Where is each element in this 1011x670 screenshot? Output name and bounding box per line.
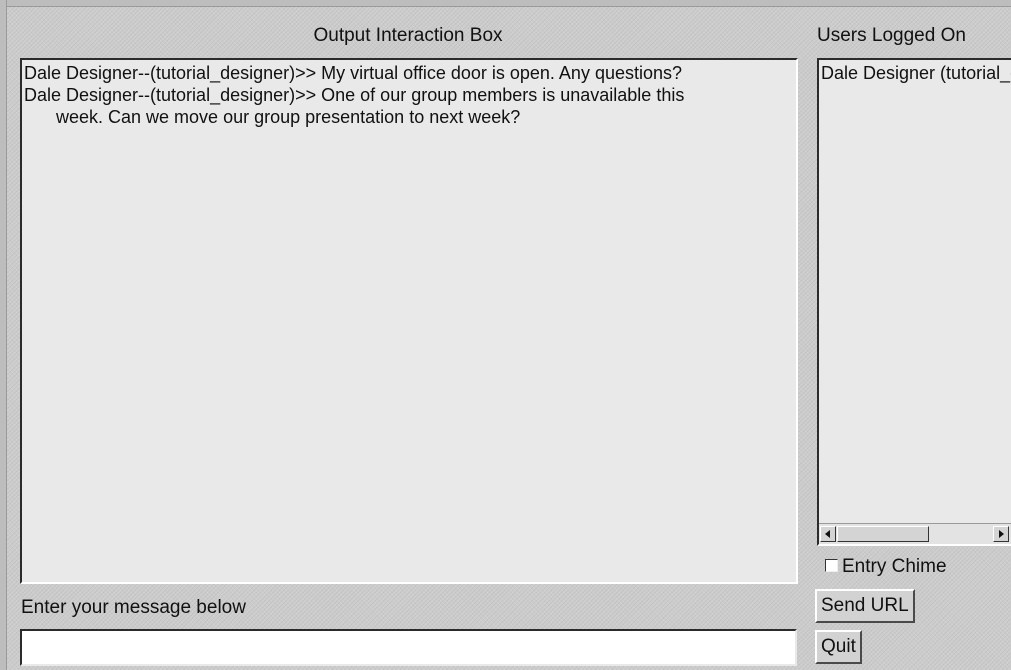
users-horizontal-scrollbar[interactable] [819, 523, 1011, 544]
users-logged-on-title: Users Logged On [817, 25, 966, 46]
output-interaction-box[interactable]: Dale Designer--(tutorial_designer)>> My … [20, 58, 798, 584]
entry-chime-checkbox[interactable] [825, 559, 838, 572]
send-url-button[interactable]: Send URL [815, 589, 915, 623]
chat-message: Dale Designer--(tutorial_designer)>> One… [24, 85, 685, 127]
chat-message: Dale Designer--(tutorial_designer)>> My … [24, 63, 683, 83]
scroll-right-button[interactable] [993, 526, 1009, 542]
users-logged-on-list[interactable]: Dale Designer (tutorial_designer) [817, 58, 1011, 546]
scrollbar-thumb[interactable] [837, 526, 929, 542]
user-list-item[interactable]: Dale Designer (tutorial_designer) [819, 60, 1011, 84]
window-frame-left [0, 0, 7, 670]
output-box-title: Output Interaction Box [313, 25, 503, 46]
message-input-label: Enter your message below [21, 597, 246, 618]
message-input[interactable] [20, 629, 797, 666]
entry-chime-toggle[interactable]: Entry Chime [825, 556, 947, 578]
arrow-right-icon [999, 530, 1004, 538]
arrow-left-icon [825, 530, 830, 538]
quit-button[interactable]: Quit [815, 630, 862, 664]
message-list: Dale Designer--(tutorial_designer)>> My … [22, 60, 796, 128]
scroll-left-button[interactable] [820, 526, 836, 542]
entry-chime-label: Entry Chime [842, 556, 947, 577]
window-frame-top [0, 0, 1011, 7]
